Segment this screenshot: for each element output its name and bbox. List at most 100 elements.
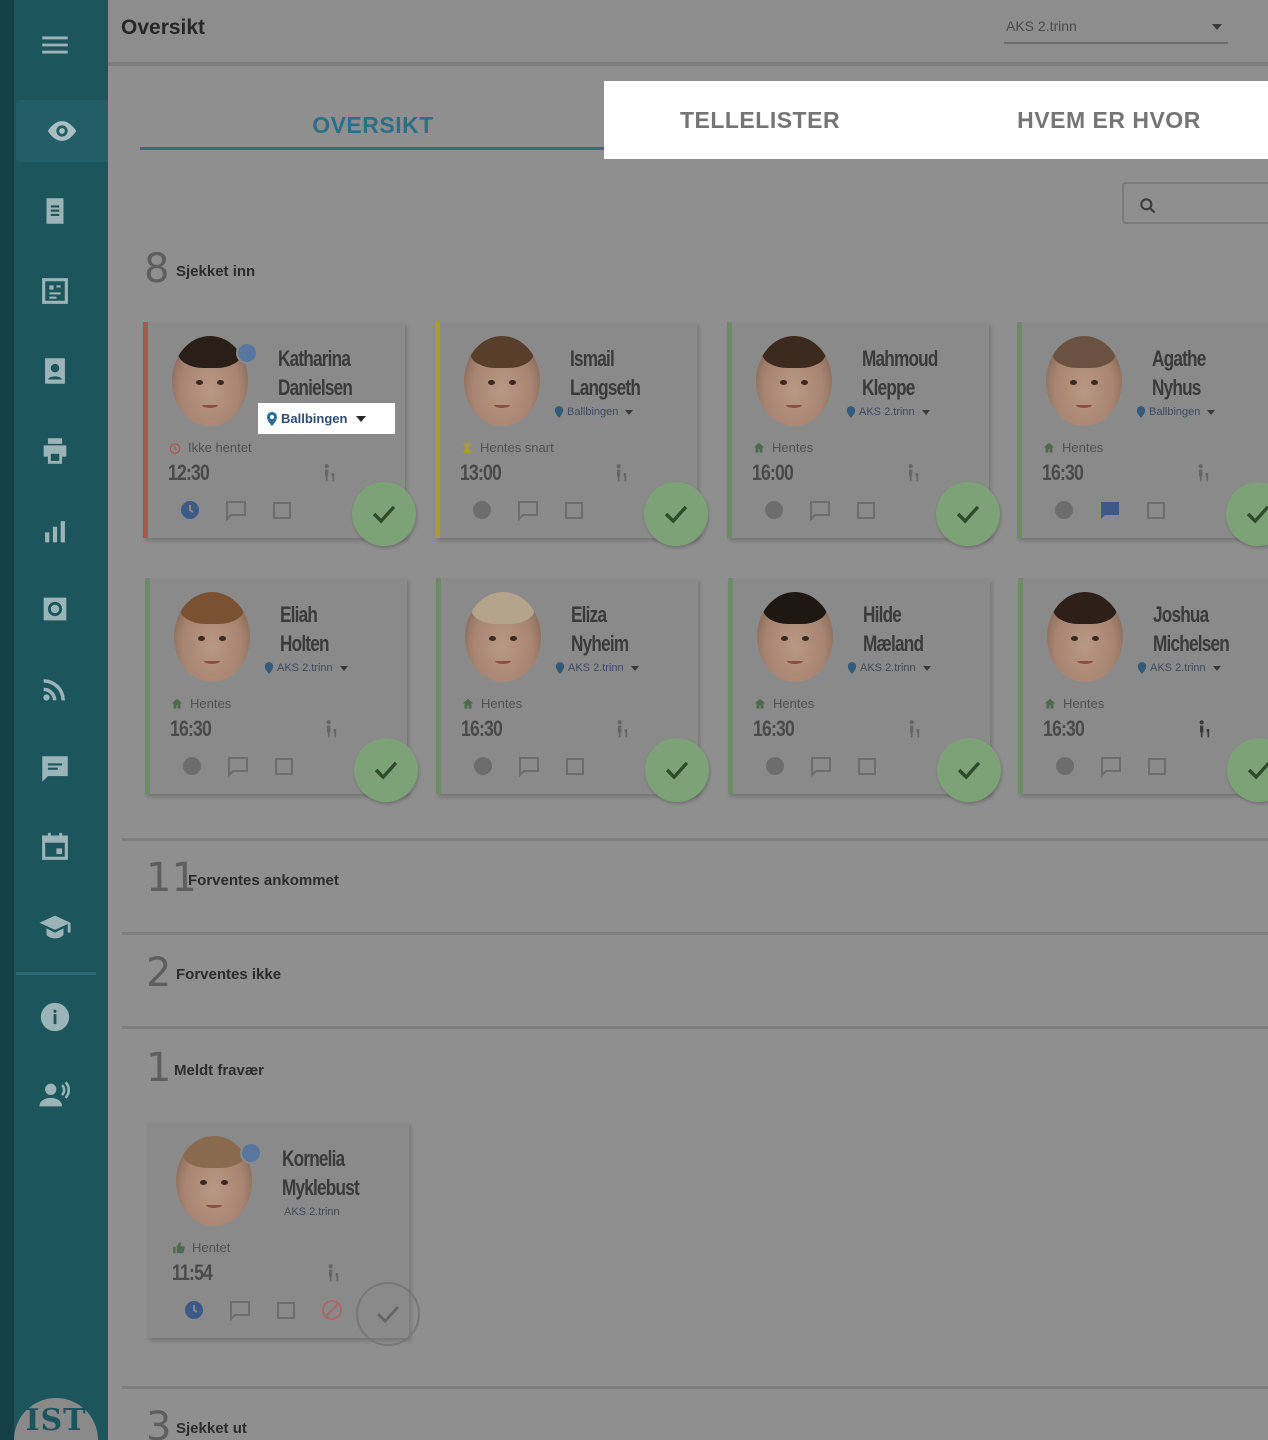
child-card[interactable]: Joshua Michelsen AKS 2.trinn Hentes 16:30 bbox=[1018, 578, 1268, 802]
rss-icon[interactable] bbox=[36, 670, 74, 708]
child-card[interactable]: Agathe Nyhus Ballbingen Hentes 16:30 bbox=[1017, 322, 1268, 546]
menu-icon[interactable] bbox=[36, 26, 74, 64]
checkout-button[interactable] bbox=[352, 482, 416, 546]
checked-in-label[interactable]: Sjekket inn bbox=[176, 263, 255, 280]
checkout-button[interactable] bbox=[354, 738, 418, 802]
message-icon[interactable] bbox=[808, 498, 832, 522]
checkout-button[interactable] bbox=[645, 738, 709, 802]
check-icon bbox=[665, 761, 689, 780]
checkout-button[interactable] bbox=[937, 738, 1001, 802]
search-input[interactable] bbox=[1122, 182, 1268, 224]
clock-icon[interactable] bbox=[470, 498, 494, 522]
message-icon[interactable] bbox=[1098, 498, 1122, 522]
absent-label[interactable]: Meldt fravær bbox=[174, 1062, 264, 1079]
child-card[interactable]: Eliah Holten AKS 2.trinn Hentes 16:30 bbox=[145, 578, 418, 802]
home-icon bbox=[462, 698, 474, 709]
clock-icon[interactable] bbox=[471, 754, 495, 778]
message-icon[interactable] bbox=[809, 754, 833, 778]
chat-icon[interactable] bbox=[36, 750, 74, 788]
calendar-icon[interactable] bbox=[855, 754, 879, 778]
clock-icon[interactable] bbox=[182, 1298, 206, 1322]
walking-person-icon bbox=[1199, 720, 1210, 738]
child-card[interactable]: Ismail Langseth Ballbingen Hentes snart 1… bbox=[435, 322, 708, 546]
avatar bbox=[174, 592, 250, 682]
walking-person-icon bbox=[324, 464, 335, 482]
clock-icon[interactable] bbox=[1052, 498, 1076, 522]
calendar-icon[interactable] bbox=[1144, 498, 1168, 522]
group-select[interactable]: AKS 2.trinn bbox=[1004, 12, 1228, 44]
bar-chart-icon[interactable] bbox=[36, 512, 74, 550]
location-select[interactable]: Ballbingen bbox=[554, 406, 634, 418]
chevron-down-icon bbox=[356, 415, 367, 422]
check-icon bbox=[1246, 505, 1268, 524]
not-expected-label[interactable]: Forventes ikke bbox=[176, 966, 281, 983]
walking-person-icon bbox=[326, 720, 337, 738]
clock-icon[interactable] bbox=[180, 754, 204, 778]
location-select[interactable]: Ballbingen bbox=[258, 403, 395, 434]
child-card[interactable]: Hilde Mæland AKS 2.trinn Hentes 16:30 bbox=[728, 578, 1001, 802]
child-card[interactable]: Kornelia Myklebust AKS 2.trinn Hentet 11:… bbox=[147, 1122, 420, 1346]
calendar-icon[interactable] bbox=[270, 498, 294, 522]
contact-card-icon[interactable] bbox=[36, 352, 74, 390]
tab-tellelister[interactable]: TELLELISTER bbox=[604, 81, 916, 159]
calendar-icon[interactable] bbox=[272, 754, 296, 778]
person-voice-icon[interactable] bbox=[36, 1076, 74, 1114]
message-icon[interactable] bbox=[228, 1298, 252, 1322]
avatar bbox=[757, 592, 833, 682]
checkin-button[interactable] bbox=[356, 1282, 420, 1346]
printer-icon[interactable] bbox=[36, 432, 74, 470]
location-select[interactable]: AKS 2.trinn bbox=[847, 662, 931, 674]
child-card[interactable]: Eliza Nyheim AKS 2.trinn Hentes 16:30 bbox=[436, 578, 709, 802]
message-icon[interactable] bbox=[1099, 754, 1123, 778]
calendar-icon[interactable] bbox=[1145, 754, 1169, 778]
eye-icon bbox=[47, 121, 77, 141]
section-divider bbox=[122, 1386, 1268, 1389]
report-icon[interactable] bbox=[36, 272, 74, 310]
location-pin-icon bbox=[264, 662, 274, 674]
pickup-time: 12:30 bbox=[168, 460, 210, 485]
location-select[interactable]: AKS 2.trinn bbox=[1137, 662, 1221, 674]
clipboard-icon[interactable] bbox=[36, 192, 74, 230]
active-tab-indicator bbox=[140, 147, 606, 150]
calendar-icon[interactable] bbox=[274, 1298, 298, 1322]
tab-hvem-er-hvor[interactable]: HVEM ER HVOR bbox=[938, 81, 1268, 159]
clock-icon[interactable] bbox=[763, 754, 787, 778]
calendar-icon[interactable] bbox=[36, 828, 74, 866]
calendar-icon[interactable] bbox=[563, 754, 587, 778]
message-icon[interactable] bbox=[226, 754, 250, 778]
block-icon[interactable] bbox=[320, 1298, 344, 1322]
location-select[interactable]: Ballbingen bbox=[1136, 406, 1216, 418]
info-icon[interactable] bbox=[36, 998, 74, 1036]
clock-icon[interactable] bbox=[178, 498, 202, 522]
checkout-button[interactable] bbox=[1226, 482, 1268, 546]
child-card[interactable]: Mahmoud Kleppe AKS 2.trinn Hentes 16:00 bbox=[727, 322, 1000, 546]
checked-out-count: 3 bbox=[146, 1404, 172, 1440]
child-group: AKS 2.trinn bbox=[284, 1206, 340, 1218]
expected-label[interactable]: Forventes ankommet bbox=[188, 872, 339, 889]
message-icon[interactable] bbox=[224, 498, 248, 522]
location-select[interactable]: AKS 2.trinn bbox=[555, 662, 639, 674]
checked-out-label[interactable]: Sjekket ut bbox=[176, 1420, 247, 1437]
pickup-status: Hentes bbox=[170, 696, 231, 711]
location-select[interactable]: AKS 2.trinn bbox=[846, 406, 930, 418]
home-icon bbox=[753, 442, 765, 453]
sidebar-item-overview[interactable] bbox=[16, 100, 108, 162]
checkout-button[interactable] bbox=[644, 482, 708, 546]
message-icon[interactable] bbox=[517, 754, 541, 778]
location-pin-icon bbox=[554, 406, 564, 418]
tab-oversikt[interactable]: OVERSIKT bbox=[140, 88, 606, 150]
clock-icon[interactable] bbox=[1053, 754, 1077, 778]
calendar-icon[interactable] bbox=[562, 498, 586, 522]
pickup-status: Ikke hentet bbox=[168, 440, 252, 455]
checkout-button[interactable] bbox=[936, 482, 1000, 546]
graduation-cap-icon[interactable] bbox=[36, 908, 74, 946]
avatar bbox=[1046, 336, 1122, 426]
checkout-button[interactable] bbox=[1227, 738, 1268, 802]
settings-box-icon[interactable] bbox=[36, 590, 74, 628]
message-icon[interactable] bbox=[516, 498, 540, 522]
child-name: Katharina Danielsen bbox=[278, 346, 353, 400]
avatar bbox=[465, 592, 541, 682]
clock-icon[interactable] bbox=[762, 498, 786, 522]
location-select[interactable]: AKS 2.trinn bbox=[264, 662, 348, 674]
calendar-icon[interactable] bbox=[854, 498, 878, 522]
